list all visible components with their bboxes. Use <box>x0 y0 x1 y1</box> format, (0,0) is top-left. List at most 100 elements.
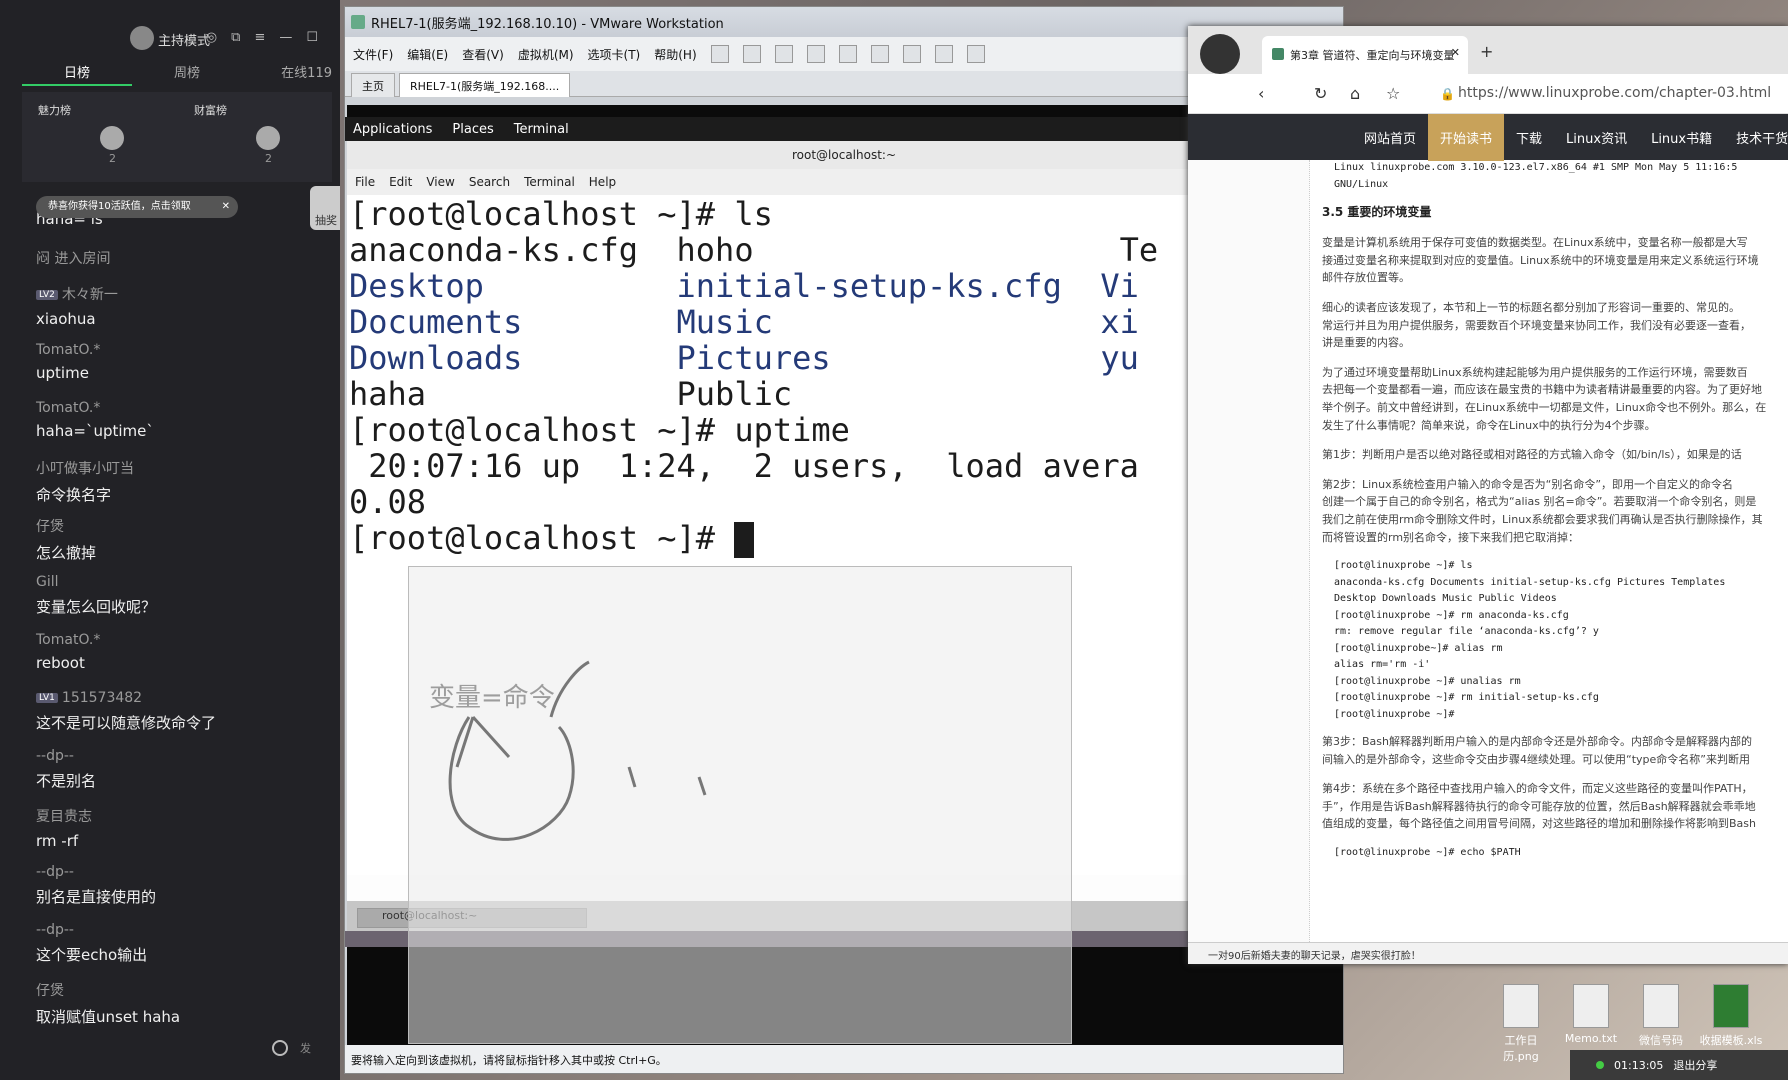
paragraph-line: 变量是计算机系统用于保存可变值的数据类型。在Linux系统中，变量名称一般都是大… <box>1322 236 1748 250</box>
popout-icon[interactable]: ⧉ <box>231 30 240 45</box>
tab-daily[interactable]: 日榜 <box>22 62 132 86</box>
snapshot-icon[interactable] <box>774 45 793 63</box>
host-mode-label[interactable]: 主持模式 <box>158 30 210 49</box>
tab-vm[interactable]: RHEL7-1(服务端_192.168.... <box>399 73 571 97</box>
section-heading: 3.5 重要的环境变量 <box>1322 205 1432 219</box>
term-menu-help[interactable]: Help <box>589 175 616 189</box>
username: --dp-- <box>36 864 74 880</box>
chat-input[interactable]: 发 <box>300 1040 311 1056</box>
desktop-icon-wechat[interactable]: 微信号码 <box>1628 984 1694 1048</box>
wealth-rank-count: 2 <box>265 152 272 165</box>
exit-share-button[interactable]: 退出分享 <box>1673 1057 1717 1073</box>
chat-message: 仔煲 取消赋值unset haha <box>36 980 326 1027</box>
gnome-terminal-menu[interactable]: Terminal <box>514 122 569 137</box>
term-menu-search[interactable]: Search <box>469 175 510 189</box>
lock-icon: 🔒 <box>1440 87 1455 101</box>
chat-message: Gill 变量怎么回收呢？ <box>36 574 326 617</box>
username: 仔煲 <box>36 983 64 999</box>
nav-tech[interactable]: 技术干货 <box>1724 114 1788 161</box>
minimize-icon[interactable]: — <box>279 30 292 45</box>
term-menu-edit[interactable]: Edit <box>389 175 412 189</box>
chat-message: 仔煲 怎么撤掉 <box>36 516 326 563</box>
revert-snapshot-icon[interactable] <box>806 45 825 63</box>
username: 151573482 <box>61 690 143 706</box>
console-view-icon[interactable] <box>902 45 921 63</box>
username: 木々新一 <box>61 287 118 303</box>
desktop-icon-calendar[interactable]: 工作日历.png <box>1488 984 1554 1064</box>
reload-icon[interactable]: ↻ <box>1314 84 1327 103</box>
terminal-line: Documents Music xi <box>349 303 1139 341</box>
reward-toast[interactable]: 恭喜你获得10活跃值，点击领取 ✕ <box>36 196 238 218</box>
message-text: haha=`uptime` <box>36 422 154 440</box>
home-icon[interactable]: ⌂ <box>1350 84 1360 103</box>
emoji-icon[interactable] <box>272 1040 288 1056</box>
maximize-icon[interactable]: ☐ <box>306 30 318 45</box>
wealth-rank-avatar[interactable] <box>256 126 280 150</box>
news-ticker[interactable]: 一对90后新婚夫妻的聊天记录，虐哭实很打脸！ <box>1188 942 1788 964</box>
browser-tabs-bar: 第3章 管道符、重定向与环境变量 ✕ + <box>1188 26 1788 74</box>
chat-message: LV2 木々新一 xiaohua <box>36 284 326 328</box>
nav-linux-books[interactable]: Linux书籍 <box>1639 114 1724 161</box>
gnome-places-menu[interactable]: Places <box>452 122 493 137</box>
unity-icon[interactable] <box>966 45 985 63</box>
send-ctrl-alt-del-icon[interactable] <box>742 45 761 63</box>
menu-vm[interactable]: 虚拟机(M) <box>518 46 574 63</box>
code-line: [root@linuxprobe ~]# ls <box>1334 560 1473 572</box>
new-tab-icon[interactable]: + <box>1480 42 1493 61</box>
online-count: 在线119 <box>281 66 332 81</box>
pause-icon[interactable] <box>710 45 729 63</box>
desktop-icon-receipt[interactable]: 收据模板.xls <box>1698 984 1764 1048</box>
menu-view[interactable]: 查看(V) <box>462 46 504 63</box>
back-icon[interactable]: ‹ <box>1258 84 1264 103</box>
whiteboard-drawing <box>448 660 707 841</box>
term-menu-view[interactable]: View <box>426 175 454 189</box>
menu-edit[interactable]: 编辑(E) <box>407 46 448 63</box>
chat-message: 小叮做事小叮当 命令换名字 <box>36 458 326 505</box>
menu-file[interactable]: 文件(F) <box>353 46 393 63</box>
star-icon[interactable]: ☆ <box>1386 84 1400 103</box>
chat-message: --dp-- 别名是直接使用的 <box>36 864 326 907</box>
nav-linux-news[interactable]: Linux资讯 <box>1554 114 1639 161</box>
terminal-prompt: [root@localhost ~]# <box>349 519 735 557</box>
vmware-app-icon <box>351 15 365 29</box>
message-text: 变量怎么回收呢？ <box>36 598 157 616</box>
wealth-rank-label: 财富榜 <box>194 104 227 117</box>
profile-avatar[interactable] <box>1200 34 1240 74</box>
image-file-icon <box>1643 984 1679 1028</box>
code-line: [root@linuxprobe ~]# <box>1334 708 1455 720</box>
message-text: rm -rf <box>36 832 79 850</box>
chat-message: 闷 进入房间 <box>36 248 326 268</box>
term-menu-terminal[interactable]: Terminal <box>524 175 575 189</box>
tab-weekly[interactable]: 周榜 <box>132 62 242 86</box>
nav-download[interactable]: 下载 <box>1504 114 1554 161</box>
terminal-line: [root@localhost ~]# uptime <box>349 411 850 449</box>
gnome-applications-menu[interactable]: Applications <box>353 122 432 137</box>
nav-start-reading[interactable]: 开始读书 <box>1428 113 1505 161</box>
nav-home[interactable]: 网站首页 <box>1352 114 1428 161</box>
close-icon[interactable]: ✕ <box>222 196 230 218</box>
close-icon[interactable]: ✕ <box>1451 46 1460 59</box>
paragraph-line: 第2步：Linux系统检查用户输入的命令是否为“别名命令”，即用一个自定义的命令… <box>1322 477 1734 491</box>
settings-icon[interactable]: ◎ <box>206 30 217 45</box>
charm-rank-avatar[interactable] <box>100 126 124 150</box>
menu-tabs[interactable]: 选项卡(T) <box>588 46 641 63</box>
menu-help[interactable]: 帮助(H) <box>654 46 696 63</box>
browser-tab[interactable]: 第3章 管道符、重定向与环境变量 ✕ <box>1262 36 1468 74</box>
paragraph-line: 为了通过环境变量帮助Linux系统构建起能够为用户提供服务的工作运行环境，需要数… <box>1322 365 1748 379</box>
library-icon[interactable] <box>870 45 889 63</box>
username: 仔煲 <box>36 519 64 535</box>
terminal-line: [root@localhost ~]# ls <box>349 195 773 233</box>
fullscreen-icon[interactable] <box>934 45 953 63</box>
tab-home[interactable]: 主页 <box>351 73 395 97</box>
lottery-button[interactable]: 抽奖 <box>310 186 340 230</box>
menu-icon[interactable]: ≡ <box>254 30 265 45</box>
code-block: [root@linuxprobe ~]# ls anaconda-ks.cfg D… <box>1334 558 1788 723</box>
live-chat-panel: 主持模式 ◎ ⧉ ≡ — ☐ 日榜 周榜 在线119 魅力榜 财富榜 2 2 h… <box>0 0 340 1080</box>
desktop-icon-memo[interactable]: Memo.txt <box>1558 984 1624 1045</box>
term-menu-file[interactable]: File <box>355 175 375 189</box>
snapshot-manager-icon[interactable] <box>838 45 857 63</box>
host-avatar[interactable] <box>130 26 154 50</box>
message-user: LV2 木々新一 <box>36 284 326 304</box>
address-bar[interactable]: https://www.linuxprobe.com/chapter-03.ht… <box>1458 85 1771 101</box>
username: 夏目贵志 <box>36 809 92 825</box>
